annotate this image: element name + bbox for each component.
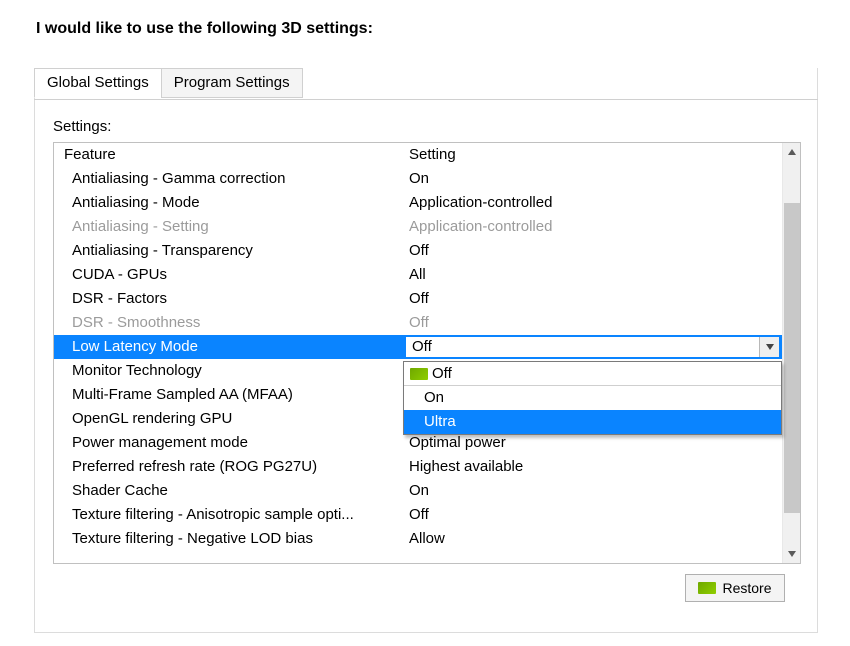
dropdown-option-label: Off: [432, 362, 452, 386]
restore-label: Restore: [722, 580, 771, 596]
setting-value: All: [405, 263, 782, 287]
table-row[interactable]: Preferred refresh rate (ROG PG27U) Highe…: [54, 455, 782, 479]
nvidia-logo-icon: [698, 582, 716, 594]
feature-label: Low Latency Mode: [54, 335, 405, 359]
setting-value: Off: [405, 287, 782, 311]
setting-combobox[interactable]: Off: [405, 336, 780, 358]
table-row[interactable]: DSR - Factors Off: [54, 287, 782, 311]
setting-dropdown[interactable]: Off On Ultra: [403, 361, 782, 435]
feature-label: Antialiasing - Setting: [54, 215, 405, 239]
table-row: Antialiasing - Setting Application-contr…: [54, 215, 782, 239]
scroll-thumb[interactable]: [784, 203, 800, 513]
table-row[interactable]: Shader Cache On: [54, 479, 782, 503]
table-row[interactable]: Antialiasing - Mode Application-controll…: [54, 191, 782, 215]
table-row[interactable]: Antialiasing - Transparency Off: [54, 239, 782, 263]
tab-program-settings[interactable]: Program Settings: [161, 68, 303, 98]
scroll-up-icon[interactable]: [783, 143, 801, 161]
scrollbar[interactable]: [782, 143, 800, 563]
column-header-feature[interactable]: Feature: [54, 143, 405, 167]
feature-label: DSR - Factors: [54, 287, 405, 311]
settings-rows: Feature Setting Antialiasing - Gamma cor…: [54, 143, 782, 563]
setting-value: Application-controlled: [405, 191, 782, 215]
dropdown-option[interactable]: Off: [404, 362, 781, 386]
settings-panel: Settings: Feature Setting Antialiasing -…: [34, 68, 818, 633]
feature-label: DSR - Smoothness: [54, 311, 405, 335]
setting-value: Off: [412, 338, 432, 355]
nvidia-logo-icon: [410, 368, 428, 380]
dropdown-option[interactable]: Ultra: [404, 410, 781, 434]
feature-label: Monitor Technology: [54, 359, 405, 383]
table-row-selected[interactable]: Low Latency Mode Off: [54, 335, 782, 359]
feature-label: OpenGL rendering GPU: [54, 407, 405, 431]
settings-label: Settings:: [53, 118, 111, 135]
feature-label: Antialiasing - Mode: [54, 191, 405, 215]
setting-value: Off: [405, 503, 782, 527]
feature-label: Preferred refresh rate (ROG PG27U): [54, 455, 405, 479]
table-header: Feature Setting: [54, 143, 782, 167]
table-row[interactable]: CUDA - GPUs All: [54, 263, 782, 287]
setting-value: Application-controlled: [405, 215, 782, 239]
table-row: DSR - Smoothness Off: [54, 311, 782, 335]
feature-label: Texture filtering - Negative LOD bias: [54, 527, 405, 551]
feature-label: Shader Cache: [54, 479, 405, 503]
feature-label: Texture filtering - Anisotropic sample o…: [54, 503, 405, 527]
table-row[interactable]: Texture filtering - Negative LOD bias Al…: [54, 527, 782, 551]
feature-label: Antialiasing - Gamma correction: [54, 167, 405, 191]
scroll-down-icon[interactable]: [783, 545, 801, 563]
tabs: Global Settings Program Settings: [34, 68, 303, 98]
restore-button[interactable]: Restore: [685, 574, 785, 602]
feature-label: Antialiasing - Transparency: [54, 239, 405, 263]
tab-global-settings[interactable]: Global Settings: [34, 68, 162, 98]
feature-label: Power management mode: [54, 431, 405, 455]
setting-value: Highest available: [405, 455, 782, 479]
chevron-down-icon[interactable]: [759, 337, 779, 357]
setting-value: Off: [405, 239, 782, 263]
setting-value: On: [405, 479, 782, 503]
setting-value: Off: [405, 311, 782, 335]
page-title: I would like to use the following 3D set…: [0, 0, 850, 38]
setting-value: On: [405, 167, 782, 191]
feature-label: Multi-Frame Sampled AA (MFAA): [54, 383, 405, 407]
settings-table: Feature Setting Antialiasing - Gamma cor…: [53, 142, 801, 564]
column-header-setting[interactable]: Setting: [405, 143, 782, 167]
dropdown-option[interactable]: On: [404, 386, 781, 410]
tabs-border: [34, 99, 818, 100]
table-row[interactable]: Texture filtering - Anisotropic sample o…: [54, 503, 782, 527]
feature-label: CUDA - GPUs: [54, 263, 405, 287]
setting-value: Allow: [405, 527, 782, 551]
table-row[interactable]: Antialiasing - Gamma correction On: [54, 167, 782, 191]
